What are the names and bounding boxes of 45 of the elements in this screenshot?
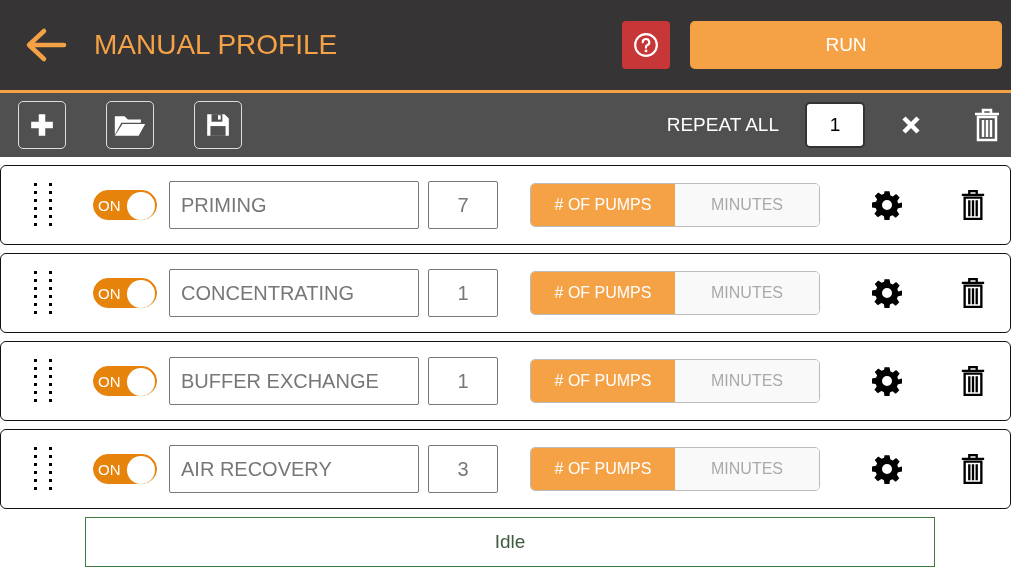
- count-field[interactable]: 7: [428, 181, 498, 229]
- drag-handle-icon[interactable]: [33, 183, 53, 227]
- settings-icon[interactable]: [872, 278, 902, 308]
- help-icon: [633, 32, 659, 58]
- trash-icon[interactable]: [960, 365, 986, 397]
- trash-icon[interactable]: [960, 189, 986, 221]
- plus-icon: [29, 112, 55, 138]
- step-name-field[interactable]: CONCENTRATING: [169, 269, 419, 317]
- step-name-field[interactable]: PRIMING: [169, 181, 419, 229]
- drag-handle-icon[interactable]: [33, 271, 53, 315]
- step-name-field[interactable]: AIR RECOVERY: [169, 445, 419, 493]
- mode-tab[interactable]: MINUTES: [675, 272, 819, 314]
- back-arrow-icon[interactable]: [24, 27, 68, 63]
- mode-tab[interactable]: # OF PUMPS: [531, 272, 675, 314]
- toggle-switch[interactable]: ON: [93, 278, 157, 308]
- save-button[interactable]: [194, 101, 242, 149]
- mode-tab[interactable]: # OF PUMPS: [531, 448, 675, 490]
- settings-icon[interactable]: [872, 366, 902, 396]
- count-field[interactable]: 1: [428, 357, 498, 405]
- status-bar: Idle: [85, 517, 935, 567]
- trash-icon[interactable]: [960, 453, 986, 485]
- mode-tab[interactable]: # OF PUMPS: [531, 184, 675, 226]
- repeat-all-label: REPEAT ALL: [666, 114, 779, 136]
- open-folder-button[interactable]: [106, 101, 154, 149]
- toggle-switch[interactable]: ON: [93, 190, 157, 220]
- step-name-field[interactable]: BUFFER EXCHANGE: [169, 357, 419, 405]
- mode-tab[interactable]: # OF PUMPS: [531, 360, 675, 402]
- count-field[interactable]: 1: [428, 269, 498, 317]
- help-button[interactable]: [622, 21, 670, 69]
- toggle-switch[interactable]: ON: [93, 366, 157, 396]
- count-field[interactable]: 3: [428, 445, 498, 493]
- mode-tab[interactable]: MINUTES: [675, 360, 819, 402]
- drag-handle-icon[interactable]: [33, 447, 53, 491]
- drag-handle-icon[interactable]: [33, 359, 53, 403]
- repeat-count-field[interactable]: 1: [805, 102, 865, 148]
- trash-icon[interactable]: [960, 277, 986, 309]
- run-button[interactable]: RUN: [690, 21, 1002, 69]
- page-title: MANUAL PROFILE: [94, 29, 338, 61]
- settings-icon[interactable]: [872, 190, 902, 220]
- toggle-switch[interactable]: ON: [93, 454, 157, 484]
- add-button[interactable]: [18, 101, 66, 149]
- close-icon[interactable]: [901, 115, 921, 135]
- settings-icon[interactable]: [872, 454, 902, 484]
- mode-tab[interactable]: MINUTES: [675, 448, 819, 490]
- mode-tab[interactable]: MINUTES: [675, 184, 819, 226]
